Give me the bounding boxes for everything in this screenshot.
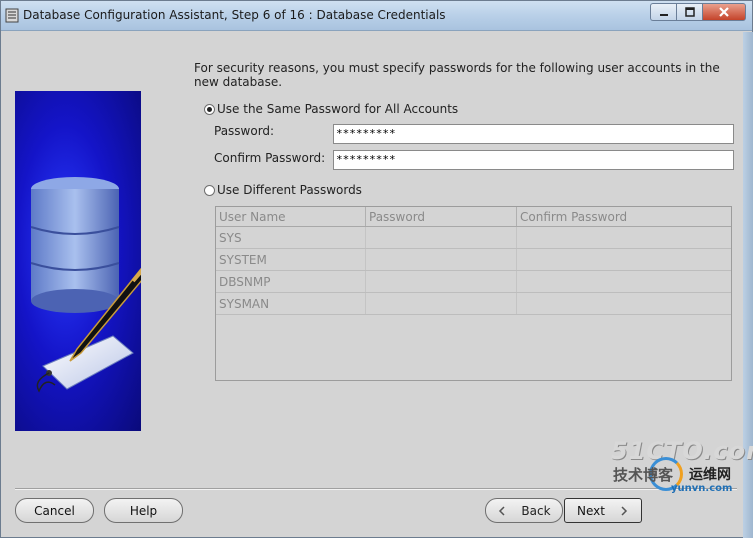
close-icon: [719, 7, 729, 17]
watermark-text: 51CTO.com: [611, 437, 753, 465]
table-row: SYS: [216, 227, 731, 249]
minimize-button[interactable]: [650, 3, 676, 21]
password-cell: [366, 271, 517, 292]
intro-text: For security reasons, you must specify p…: [194, 61, 720, 89]
table-header: User Name Password Confirm Password: [216, 207, 731, 227]
confirm-password-label: Confirm Password:: [214, 151, 326, 165]
table-row: DBSNMP: [216, 271, 731, 293]
next-button[interactable]: Next: [564, 498, 642, 523]
password-field[interactable]: *********: [333, 124, 734, 144]
minimize-icon: [659, 14, 668, 16]
different-passwords-label[interactable]: Use Different Passwords: [217, 183, 362, 197]
user-passwords-table: User Name Password Confirm Password SYS …: [215, 206, 732, 381]
table-row: SYSMAN: [216, 293, 731, 315]
same-password-radio[interactable]: [204, 104, 215, 115]
database-pen-illustration: [15, 91, 141, 431]
confirm-password-cell: [517, 249, 731, 270]
window-controls: [650, 3, 746, 21]
chevron-left-icon: [499, 505, 505, 516]
watermark-text: 技术博客: [613, 466, 674, 484]
maximize-icon: [684, 7, 695, 17]
help-button[interactable]: Help: [104, 498, 183, 523]
next-button-label: Next: [577, 503, 605, 518]
password-cell: [366, 227, 517, 248]
dbca-window: Database Configuration Assistant, Step 6…: [0, 0, 753, 538]
different-passwords-radio[interactable]: [204, 185, 215, 196]
maximize-button[interactable]: [676, 3, 702, 21]
confirm-password-field[interactable]: *********: [333, 150, 734, 170]
user-name-cell: SYSTEM: [216, 249, 366, 270]
site-watermark: 51CTO.com 技术博客 运维网 yunvn.com: [611, 437, 753, 499]
column-header-user-name: User Name: [216, 207, 366, 226]
user-name-cell: SYSMAN: [216, 293, 366, 314]
cancel-button[interactable]: Cancel: [15, 498, 94, 523]
database-illustration-icon: [30, 177, 141, 393]
table-row: SYSTEM: [216, 249, 731, 271]
app-icon: [5, 8, 19, 23]
chevron-right-icon: [621, 505, 628, 516]
user-name-cell: SYS: [216, 227, 366, 248]
confirm-password-cell: [517, 293, 731, 314]
confirm-password-cell: [517, 271, 731, 292]
watermark-text: yunvn.com: [671, 483, 733, 494]
confirm-password-cell: [517, 227, 731, 248]
title-bar[interactable]: Database Configuration Assistant, Step 6…: [1, 1, 752, 31]
column-header-password: Password: [366, 207, 517, 226]
password-label: Password:: [214, 124, 275, 138]
watermark-text: 运维网: [689, 467, 731, 483]
back-button[interactable]: Back: [485, 498, 563, 523]
same-password-label[interactable]: Use the Same Password for All Accounts: [217, 102, 458, 116]
user-name-cell: DBSNMP: [216, 271, 366, 292]
window-title: Database Configuration Assistant, Step 6…: [23, 8, 446, 22]
column-header-confirm-password: Confirm Password: [520, 210, 628, 224]
close-button[interactable]: [702, 3, 746, 21]
password-cell: [366, 293, 517, 314]
back-button-label: Back: [521, 503, 551, 518]
password-cell: [366, 249, 517, 270]
